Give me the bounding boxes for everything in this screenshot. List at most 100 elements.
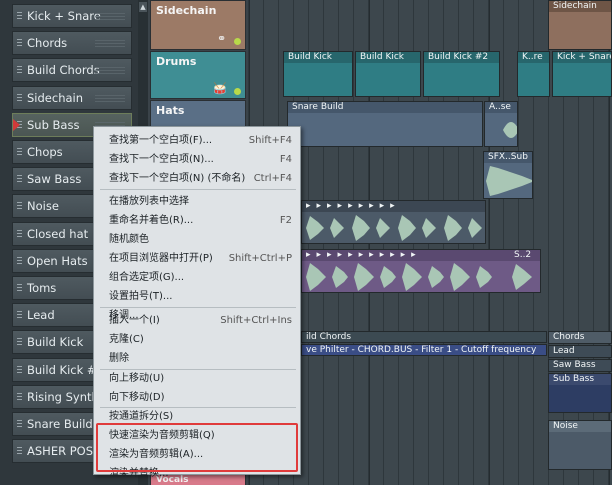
pattern-drums[interactable]: Drums 🥁 [150,51,246,99]
menu-item-shortcut: Ctrl+F4 [253,173,292,184]
channel-kick-snare[interactable]: Kick + Snare [12,4,132,28]
waveform-icon [486,166,532,196]
clip-sfx-sub[interactable]: SFX..Sub [483,151,533,199]
menu-item-label: 随机颜色 [109,234,149,245]
menu-item-shortcut: F2 [279,215,292,226]
menu-item-shortcut: Shift+Ctrl+P [228,253,292,264]
channel-label: Open Hats [27,253,88,268]
menu-item[interactable]: 随机颜色 [94,230,300,249]
clip-saw-bass[interactable]: Saw Bass [548,359,612,372]
pattern-drums-label: Drums [156,55,197,68]
grip-icon [17,202,22,212]
channel-label: Sidechain [27,90,84,105]
grip-icon [17,66,22,76]
clip-a-se[interactable]: A..se [484,101,518,147]
clip-k-re[interactable]: K..re [517,51,550,97]
clip-chords[interactable]: Chords [548,331,612,344]
channel-label: Saw Bass [27,172,82,187]
grip-icon [17,93,22,103]
grip-icon [17,148,22,157]
channel-label: Build Chords [27,63,100,78]
clip-automation[interactable]: ve Philter - CHORD.BUS - Filter 1 - Cuto… [301,344,547,356]
menu-item[interactable]: 重命名并着色(R)... F2 [94,211,300,230]
channel-label: Kick + Snare [27,9,101,23]
clip-snare-build[interactable]: Snare Build [287,101,483,147]
menu-item-label: 设置拍号(T)... [109,291,173,302]
menu-item[interactable]: 查找下一个空白项(N)... F4 [94,150,300,169]
channel-label: Chops [27,145,63,159]
grip-icon [17,365,22,375]
clip-label: Saw Bass [553,360,596,370]
menu-item-label: 向下移动(D) [109,392,165,403]
channel-label: Sub Bass [27,117,80,132]
clip-build-chords[interactable]: ild Chords [301,331,547,343]
channel-label: Noise [27,199,59,214]
clip-build-kick-1[interactable]: Build Kick [283,51,353,97]
menu-item[interactable]: 向上移动(U) [94,369,300,388]
clip-label: Kick + Snare [553,52,611,63]
clip-label: ve Philter - CHORD.BUS - Filter 1 - Cuto… [306,345,537,355]
channel-label: Rising Synth [27,389,99,404]
menu-item-label: 组合选定项(G)... [109,272,185,283]
clip-wave-row-1[interactable]: ▸▸▸▸▸▸▸▸▸ [301,200,486,244]
menu-item-shortcut: Shift+F4 [248,135,292,146]
scroll-up-icon[interactable]: ▲ [139,2,147,12]
menu-item-label: 重命名并着色(R)... [109,215,194,226]
status-dot-icon [234,88,241,95]
clip-label: Noise [549,421,611,432]
clip-lead[interactable]: Lead [548,345,612,358]
clip-label: Chords [553,332,585,342]
menu-item[interactable]: 组合选定项(G)... [94,268,300,287]
link-icon: ⚭ [217,32,227,45]
waveform-icon [306,263,532,291]
pattern-sidechain[interactable]: Sidechain ⚭ [150,0,246,50]
channel-label: Snare Build [27,417,93,431]
menu-item-label: 在播放列表中选择 [109,196,189,207]
menu-item[interactable]: 克隆(C) [94,330,300,349]
menu-item-label: 向上移动(U) [109,373,165,384]
grip-icon [17,392,22,402]
clip-noise[interactable]: Noise [548,420,612,470]
menu-item-shortcut: Shift+Ctrl+Ins [220,315,292,326]
clip-markers: ▸▸▸▸▸▸▸▸▸ [302,201,485,212]
clip-sidechain[interactable]: Sidechain [548,0,612,50]
channel-label: Lead [27,308,55,323]
clip-sub-bass[interactable]: Sub Bass [548,373,612,413]
mini-pattern-icon [95,67,125,76]
clip-build-kick-2[interactable]: Build Kick [355,51,421,97]
menu-item[interactable]: 向下移动(D) [94,388,300,407]
menu-item-label: 查找下一个空白项(N) (不命名) [109,173,246,184]
menu-item[interactable]: 查找第一个空白项(F)... Shift+F4 [94,131,300,150]
grip-icon [17,12,22,21]
menu-item[interactable]: 查找下一个空白项(N) (不命名) Ctrl+F4 [94,169,300,188]
menu-item[interactable]: 在播放列表中选择 [94,192,300,211]
menu-item[interactable]: 删除 [94,349,300,368]
menu-item[interactable]: 在项目浏览器中打开(P) Shift+Ctrl+P [94,249,300,268]
waveform-icon [503,122,517,138]
menu-item-label: 在项目浏览器中打开(P) [109,253,213,264]
channel-build-chords[interactable]: Build Chords [12,58,132,83]
clip-label: Build Kick [356,52,420,63]
pattern-sidechain-label: Sidechain [156,4,217,17]
channel-label: Toms [27,281,57,295]
menu-item-label: 删除 [109,353,129,364]
channel-sidechain[interactable]: Sidechain [12,85,132,110]
clip-label: Sub Bass [549,374,611,385]
clip-kick-snare[interactable]: Kick + Snare [552,51,612,97]
menu-item[interactable]: 设置拍号(T)... [94,287,300,306]
clip-label: Lead [553,346,575,356]
menu-item-label: 插入一个(I) [109,315,160,326]
channel-label: Closed hat [27,226,89,241]
grip-icon [17,229,22,239]
menu-separator [100,407,296,408]
mini-pattern-icon [95,94,125,103]
menu-item[interactable]: 插入一个(I) Shift+Ctrl+Ins [94,311,300,330]
clip-build-kick-3[interactable]: Build Kick #2 [423,51,500,97]
clip-label: A..se [485,102,517,113]
clip-wave-row-2[interactable]: ▸▸▸▸▸▸▸▸▸▸▸ S..2 [301,249,541,293]
grip-icon [17,175,22,185]
channel-chords[interactable]: Chords [12,31,132,56]
clip-label: S..2 [514,250,532,260]
clip-label: Build Kick #2 [424,52,499,63]
clip-label: ild Chords [306,332,352,342]
